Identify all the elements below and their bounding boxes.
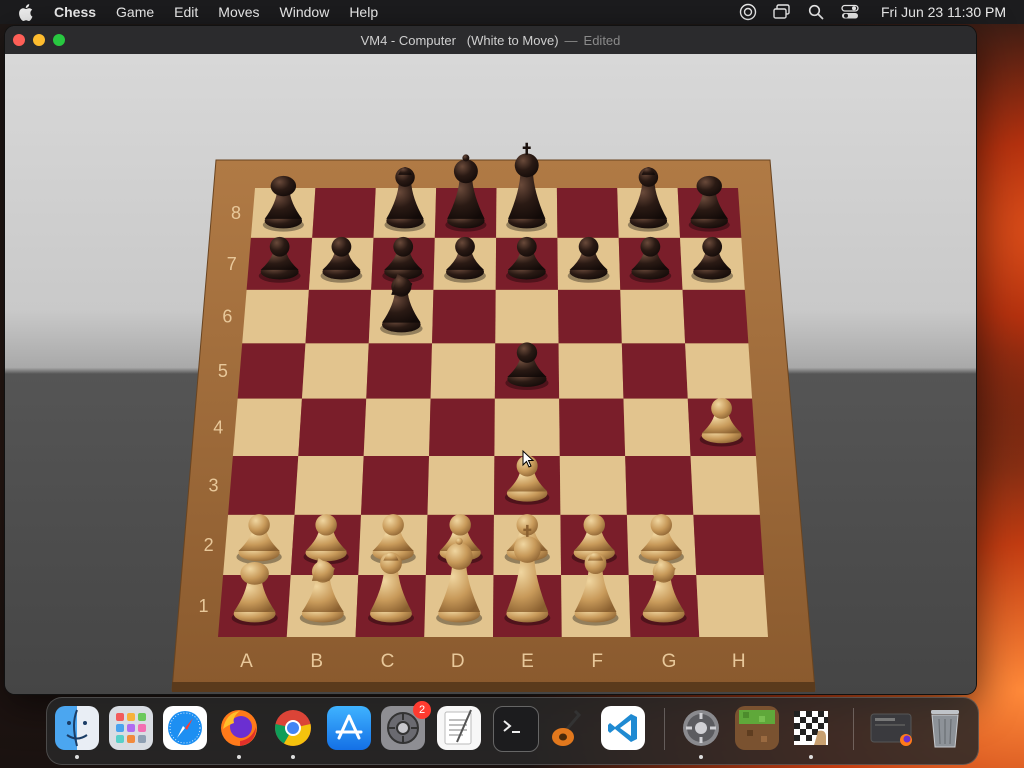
rank-label: 7 <box>227 254 237 274</box>
square-a4[interactable] <box>232 398 302 457</box>
window-minimize-button[interactable] <box>33 34 45 46</box>
square-e6[interactable] <box>495 289 559 344</box>
menu-bar-clock[interactable]: Fri Jun 23 11:30 PM <box>881 4 1006 20</box>
dock-separator <box>664 708 665 750</box>
square-c5[interactable] <box>366 343 433 399</box>
rank-label: 3 <box>208 475 218 495</box>
firefox-icon[interactable] <box>217 706 261 759</box>
square-a5[interactable] <box>237 343 306 399</box>
file-label: D <box>451 651 465 672</box>
square-c3[interactable] <box>361 456 430 515</box>
terminal-icon[interactable] <box>493 706 539 752</box>
square-f4[interactable] <box>559 398 626 457</box>
square-a3[interactable] <box>228 456 299 515</box>
file-label: A <box>240 651 253 672</box>
rank-label: 2 <box>204 535 214 555</box>
menu-window[interactable]: Window <box>280 4 330 20</box>
running-indicator <box>809 755 813 759</box>
chrome-icon[interactable] <box>271 706 315 759</box>
launchpad-icon[interactable] <box>109 706 153 750</box>
menu-app-chess[interactable]: Chess <box>54 4 96 20</box>
dock-separator <box>853 708 854 750</box>
window-zoom-button[interactable] <box>53 34 65 46</box>
system-settings-icon[interactable]: 2 <box>381 701 431 750</box>
chess-window: VM4 - Computer (White to Move) — Edited <box>5 26 976 694</box>
square-h6[interactable] <box>682 289 749 344</box>
running-indicator <box>699 755 703 759</box>
square-f8[interactable] <box>556 188 619 238</box>
textedit-icon[interactable] <box>437 706 481 750</box>
square-h2[interactable] <box>693 514 764 576</box>
running-indicator <box>237 755 241 759</box>
system-preferences-icon[interactable] <box>679 706 723 759</box>
trash-icon[interactable] <box>923 706 967 750</box>
window-title-bar[interactable]: VM4 - Computer (White to Move) — Edited <box>5 26 976 55</box>
square-e4[interactable] <box>494 398 560 457</box>
control-center-icon[interactable] <box>841 3 859 21</box>
square-b6[interactable] <box>305 289 372 344</box>
downloads-folder-icon[interactable] <box>869 706 913 750</box>
window-title: VM4 - Computer (White to Move) <box>360 32 559 48</box>
square-h5[interactable] <box>685 343 753 399</box>
square-f5[interactable] <box>558 343 624 399</box>
garageband-icon[interactable] <box>547 706 591 750</box>
menu-edit[interactable]: Edit <box>174 4 198 20</box>
rank-label: 5 <box>218 361 228 381</box>
board-view: 8 7 6 5 4 3 2 1 A B C D E F G H <box>5 54 976 694</box>
chess-icon[interactable] <box>789 706 833 759</box>
screen-recording-icon[interactable] <box>739 3 757 21</box>
square-b4[interactable] <box>298 398 367 457</box>
chessboard[interactable]: 8 7 6 5 4 3 2 1 A B C D E F G H <box>5 54 976 694</box>
app-store-icon[interactable] <box>327 706 371 750</box>
file-label: C <box>381 651 395 672</box>
board-frame-edge <box>172 682 815 692</box>
menu-moves[interactable]: Moves <box>218 4 259 20</box>
square-b3[interactable] <box>294 456 364 515</box>
window-close-button[interactable] <box>13 34 25 46</box>
notification-badge: 2 <box>413 701 431 719</box>
menu-game[interactable]: Game <box>116 4 154 20</box>
square-d5[interactable] <box>430 343 496 399</box>
menu-bar: Chess Game Edit Moves Window Help Fri Ju… <box>0 0 1024 24</box>
file-label: F <box>591 651 603 672</box>
file-label: H <box>732 651 746 672</box>
rank-label: 8 <box>231 203 241 223</box>
running-indicator <box>75 755 79 759</box>
square-d4[interactable] <box>429 398 495 457</box>
square-f6[interactable] <box>557 289 622 344</box>
square-h3[interactable] <box>690 456 760 515</box>
square-d3[interactable] <box>427 456 495 515</box>
window-title-separator: — <box>564 32 578 48</box>
screen-mirroring-icon[interactable] <box>773 3 791 21</box>
square-a6[interactable] <box>242 289 309 344</box>
vscode-icon[interactable] <box>601 706 645 750</box>
safari-icon[interactable] <box>163 706 207 750</box>
minecraft-icon[interactable] <box>735 706 779 750</box>
rank-label: 1 <box>199 596 209 616</box>
window-edited-status: Edited <box>583 32 621 48</box>
file-label: B <box>310 651 323 672</box>
rank-label: 4 <box>213 417 223 437</box>
menu-bar-status-area: Fri Jun 23 11:30 PM <box>739 3 1006 21</box>
square-b5[interactable] <box>301 343 369 399</box>
square-h1[interactable] <box>696 575 768 637</box>
dock: 2 <box>46 697 979 765</box>
apple-menu-icon[interactable] <box>18 3 38 21</box>
square-c4[interactable] <box>363 398 431 457</box>
square-g5[interactable] <box>621 343 688 399</box>
file-label: G <box>662 651 677 672</box>
square-d6[interactable] <box>432 289 496 344</box>
running-indicator <box>291 755 295 759</box>
menu-help[interactable]: Help <box>349 4 378 20</box>
rank-label: 6 <box>222 307 232 327</box>
square-b8[interactable] <box>312 188 376 238</box>
finder-icon[interactable] <box>55 706 99 759</box>
board-squares[interactable] <box>218 188 768 637</box>
spotlight-search-icon[interactable] <box>807 3 825 21</box>
square-g4[interactable] <box>623 398 691 457</box>
square-g3[interactable] <box>625 456 694 515</box>
square-f3[interactable] <box>559 456 627 515</box>
file-label: E <box>521 651 534 672</box>
square-g6[interactable] <box>620 289 686 344</box>
